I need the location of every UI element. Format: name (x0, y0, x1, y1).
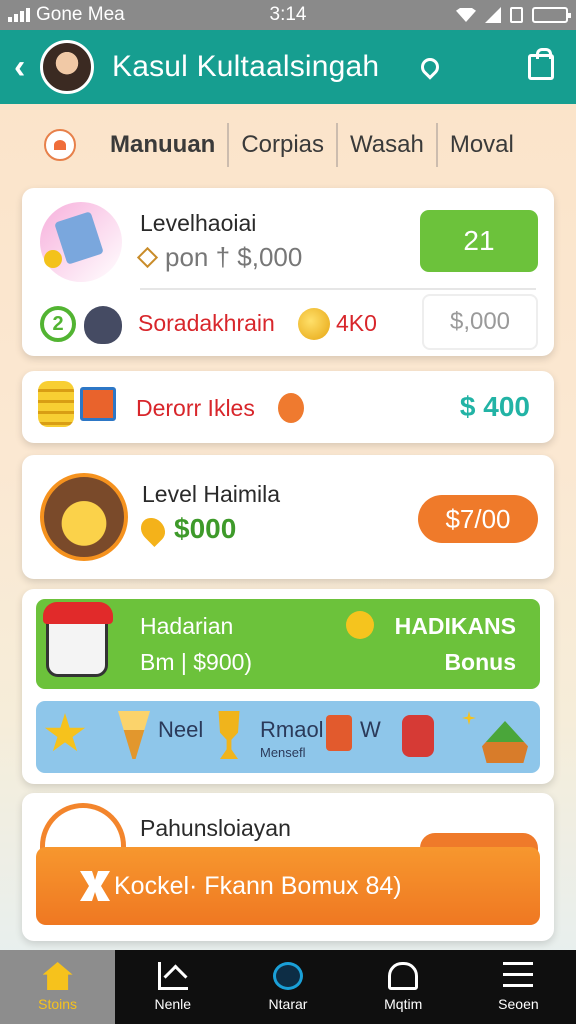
nav-label: Ntarar (268, 996, 308, 1012)
card-title: Pahunsloiayan (140, 815, 291, 841)
back-button[interactable]: ‹ (14, 48, 36, 87)
timer-icon: 2 (40, 306, 76, 342)
gem-icon (136, 513, 170, 547)
tab-manuuan[interactable]: Manuuan (98, 131, 227, 159)
price-button[interactable]: $7/00 (418, 495, 538, 543)
nav-label: Mqtim (384, 996, 423, 1012)
banner-title: Hadarian (140, 613, 234, 639)
status-left: Gone Mea (8, 4, 125, 26)
avatar[interactable] (40, 40, 94, 94)
banner-subtitle: Bm | $900) (140, 649, 253, 675)
banner-right-subtitle: Bonus (444, 649, 516, 675)
coin-icon (298, 308, 330, 340)
card-amount: $000 (174, 513, 237, 544)
nav-stoins[interactable]: Stoins (0, 950, 116, 1024)
divider (140, 288, 536, 290)
nav-mqtim[interactable]: Mqtim (346, 950, 461, 1024)
diamond-icon (136, 246, 159, 269)
tab-bar: Manuuan Corpias Wasah Moval (0, 118, 576, 172)
basket-icon (482, 721, 528, 763)
app-title: Kasul Kultaalsingah (112, 50, 380, 83)
tab-corpias[interactable]: Corpias (229, 131, 336, 159)
sim-icon (510, 7, 523, 23)
nav-label: Seoen (498, 996, 539, 1012)
bonus-claim-card: Pahunsloiayan Kockel· Fkann Bomux 84) (22, 793, 554, 941)
promo-label: Soradakhrain (138, 310, 275, 336)
wifi-icon (456, 8, 476, 22)
reward-row[interactable]: Derorr Ikles $ 400 (22, 371, 554, 443)
chat-heart-icon[interactable] (44, 129, 76, 161)
medal-icon (346, 611, 374, 639)
level-button[interactable]: 21 (420, 210, 538, 272)
app-bar: ‹ Kasul Kultaalsingah (0, 30, 576, 104)
compass-icon (273, 962, 303, 990)
signal-icon (8, 8, 30, 22)
shopping-bag-icon[interactable] (528, 48, 554, 80)
status-right (456, 7, 571, 23)
reward-label: Derorr Ikles (136, 395, 255, 421)
robot-icon (43, 602, 113, 677)
card-title: Level Haimila (142, 481, 281, 507)
claim-bonus-label: Kockel· Fkann Bomux 84) (114, 871, 402, 900)
ice-cream-icon (118, 711, 150, 759)
level-card-2[interactable]: Level Haimila $000 $7/00 (22, 455, 554, 579)
bonus-banner[interactable]: Hadarian Bm | $900) HADIKANS Bonus (36, 599, 540, 689)
chart-icon (157, 962, 188, 990)
popcorn-icon (326, 715, 352, 751)
tab-wasah[interactable]: Wasah (338, 131, 436, 159)
star-icon (44, 713, 86, 752)
promo-value: 4K0 (336, 310, 377, 336)
strip-label: Neel (158, 717, 204, 742)
battery-icon (532, 7, 571, 23)
carrier-label: Gone Mea (36, 4, 125, 25)
claim-bonus-button[interactable]: Kockel· Fkann Bomux 84) (36, 847, 540, 925)
level-card[interactable]: Levelhaoiai pon † $,000 21 2 Soradakhrai… (22, 188, 554, 356)
card-title: Levelhaoiai (140, 210, 257, 236)
fruit-icon (278, 393, 304, 423)
nav-nenle[interactable]: Nenle (115, 950, 230, 1024)
cellular-icon (485, 7, 501, 23)
coins-icon (38, 381, 74, 427)
mascot-icon (84, 306, 122, 344)
home-icon (42, 962, 73, 990)
flag-icon (80, 387, 116, 421)
bell-icon (388, 962, 419, 990)
amount-box[interactable]: $,000 (422, 294, 538, 350)
trophy-icon (218, 711, 240, 759)
rewards-strip[interactable]: Neel Rmaol Mensefl W (36, 701, 540, 773)
reward-amount: $ 400 (459, 391, 530, 422)
location-pin-icon[interactable] (417, 54, 444, 80)
price-tag: pon † $,000 (136, 242, 303, 273)
gift-ribbon-icon (80, 871, 110, 901)
bonus-card: Hadarian Bm | $900) HADIKANS Bonus Neel … (22, 589, 554, 784)
nav-label: Nenle (154, 996, 192, 1012)
tab-moval[interactable]: Moval (438, 131, 526, 159)
sparkle-icon (462, 711, 476, 725)
status-bar: Gone Mea 3:14 (0, 0, 576, 30)
price-tag-text: pon † $,000 (165, 242, 303, 272)
gift-illustration (40, 202, 122, 282)
strip-label: W (360, 717, 381, 742)
menu-icon (503, 962, 534, 990)
coin-jar-icon (402, 715, 434, 757)
nav-seoen[interactable]: Seoen (461, 950, 576, 1024)
strip-caption: Mensefl (260, 745, 306, 760)
character-illustration (40, 473, 128, 561)
bottom-nav: Stoins Nenle Ntarar Mqtim Seoen (0, 950, 576, 1024)
nav-label: Stoins (38, 996, 78, 1012)
nav-ntarar[interactable]: Ntarar (230, 950, 345, 1024)
strip-label: Rmaol (260, 717, 324, 742)
banner-right-title: HADIKANS (394, 613, 516, 639)
